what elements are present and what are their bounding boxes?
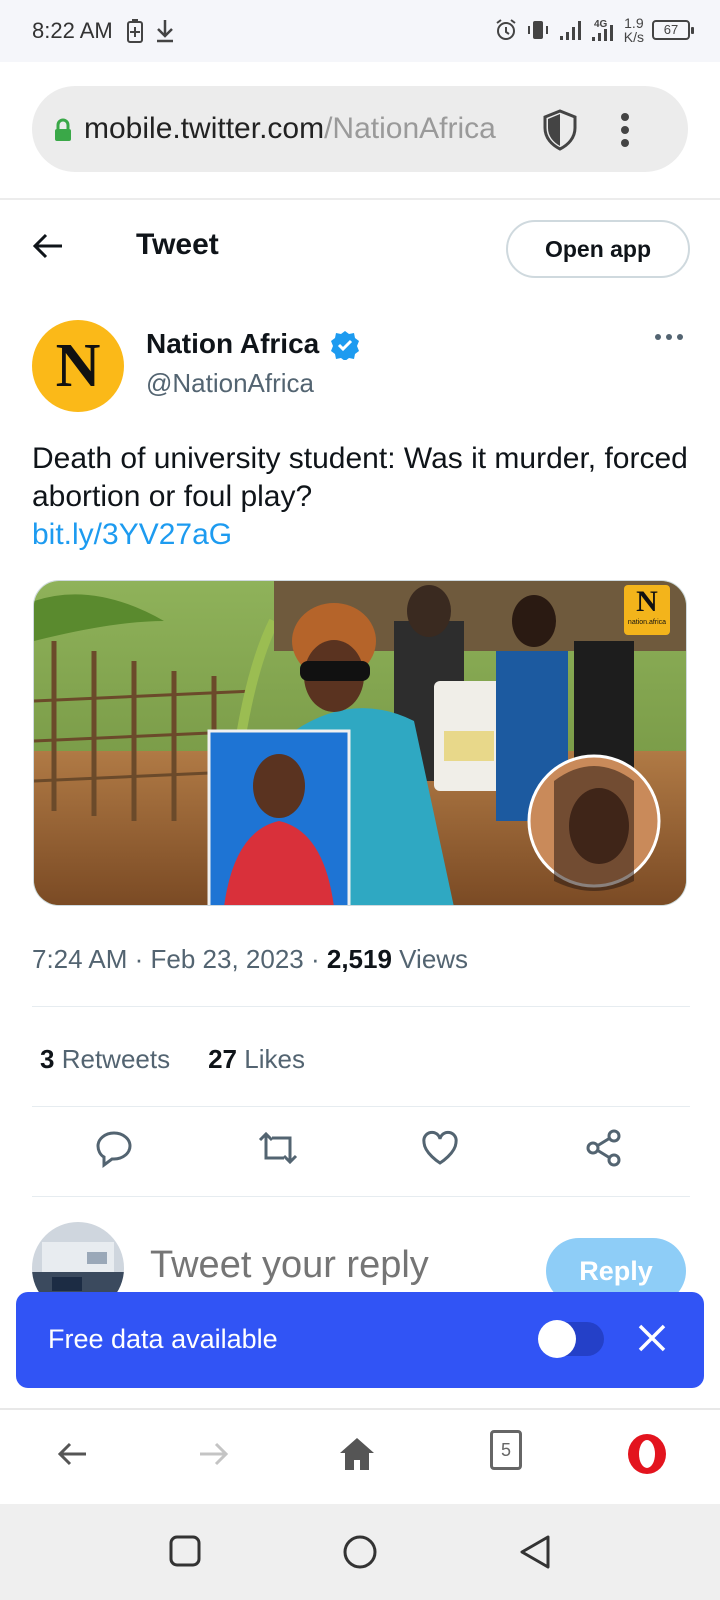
url-host: mobile.twitter.com: [84, 112, 325, 145]
page-title: Tweet: [136, 228, 219, 261]
status-right-icons: 4G 1.9 K/s 67: [494, 15, 694, 45]
system-nav-bar: [0, 1504, 720, 1600]
toast-text: Free data available: [48, 1324, 278, 1354]
system-back-icon[interactable]: [518, 1534, 552, 1570]
signal-icon: [559, 21, 581, 40]
retweet-icon[interactable]: [256, 1128, 300, 1168]
tweet-meta: 7:24 AM · Feb 23, 2023 · 2,519 Views: [32, 944, 469, 974]
browser-forward-icon[interactable]: [196, 1436, 232, 1472]
tweet-link[interactable]: bit.ly/3YV27aG: [32, 518, 232, 552]
more-options-icon[interactable]: [654, 330, 684, 344]
reply-icon[interactable]: [94, 1128, 134, 1168]
opera-menu-icon[interactable]: [626, 1432, 668, 1476]
author-name[interactable]: Nation Africa: [146, 328, 319, 360]
reply-input[interactable]: [150, 1244, 530, 1287]
divider: [32, 1196, 690, 1197]
page-header: Tweet Open app: [0, 200, 720, 296]
free-data-toggle[interactable]: [538, 1320, 604, 1358]
verified-badge-icon: [331, 331, 359, 360]
tweet-text: Death of university student: Was it murd…: [32, 442, 688, 513]
divider: [32, 1006, 690, 1007]
battery-saver-icon: [127, 19, 143, 43]
like-icon[interactable]: [420, 1128, 460, 1168]
author-avatar[interactable]: N: [32, 320, 124, 412]
vibrate-icon: [527, 21, 548, 39]
divider: [32, 1106, 690, 1107]
back-arrow-icon[interactable]: [30, 228, 66, 264]
browser-bottom-nav: 5: [0, 1408, 720, 1504]
status-time: 8:22 AM: [32, 18, 113, 43]
open-app-button[interactable]: Open app: [506, 220, 690, 278]
nation-logo-badge: N nation.africa: [624, 585, 670, 635]
status-left-icons: [126, 18, 176, 44]
battery-icon: 67: [652, 20, 694, 40]
status-bar: 8:22 AM 4G 1.9 K/s 67: [0, 0, 720, 62]
lock-icon: [55, 118, 71, 141]
svg-text:4G: 4G: [594, 19, 608, 30]
shield-icon[interactable]: [540, 108, 580, 152]
browser-back-icon[interactable]: [54, 1436, 90, 1472]
tabs-button[interactable]: 5: [490, 1430, 522, 1470]
system-home-icon[interactable]: [342, 1534, 378, 1570]
likes-stat[interactable]: 27 Likes: [208, 1044, 305, 1075]
network-speed: 1.9 K/s: [623, 15, 644, 45]
views-label: Views: [399, 944, 469, 974]
url-path: /NationAfrica: [324, 112, 496, 145]
retweets-stat[interactable]: 3 Retweets: [40, 1044, 170, 1075]
address-bar[interactable]: mobile.twitter.com/NationAfrica: [32, 86, 688, 172]
share-icon[interactable]: [584, 1128, 624, 1168]
views-count: 2,519: [326, 944, 392, 974]
close-icon[interactable]: [636, 1322, 668, 1354]
tweet-media-image[interactable]: N nation.africa: [33, 580, 687, 906]
home-icon[interactable]: [338, 1436, 376, 1472]
alarm-icon: [496, 19, 516, 40]
browser-toolbar: mobile.twitter.com/NationAfrica: [0, 62, 720, 200]
tweet-stats: 3 Retweets 27 Likes: [40, 1044, 305, 1075]
download-icon: [157, 20, 173, 43]
url-text[interactable]: mobile.twitter.com/NationAfrica: [84, 112, 524, 146]
tweet-actions: [0, 1128, 720, 1178]
tweet-time[interactable]: 7:24 AM: [32, 944, 127, 974]
signal-4g-icon: 4G: [591, 19, 613, 41]
tweet-date[interactable]: Feb 23, 2023: [151, 944, 304, 974]
recent-apps-icon[interactable]: [168, 1534, 202, 1568]
free-data-toast: Free data available: [16, 1292, 704, 1388]
kebab-menu-icon[interactable]: [620, 112, 630, 148]
media-photo: [34, 581, 686, 905]
toggle-knob: [538, 1320, 576, 1358]
author-handle[interactable]: @NationAfrica: [146, 368, 314, 399]
